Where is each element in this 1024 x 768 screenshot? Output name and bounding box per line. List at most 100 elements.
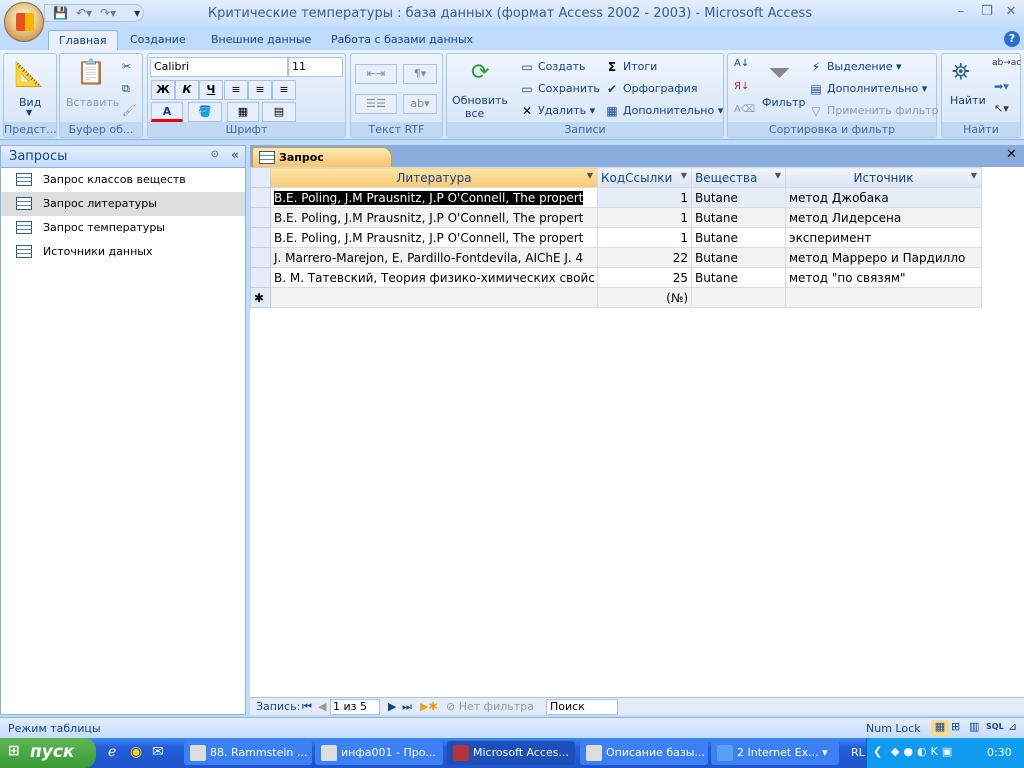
- cell[interactable]: Butane: [691, 207, 786, 228]
- start-button[interactable]: ⊞ пуск: [0, 738, 96, 768]
- indent-buttons[interactable]: ⇤⇥: [355, 64, 397, 84]
- table-row[interactable]: B.E. Poling, J.M Prausnitz, J.P O'Connel…: [250, 187, 982, 208]
- row-selector[interactable]: [250, 187, 271, 208]
- alternate-fill-button[interactable]: ▤: [262, 102, 296, 122]
- paste-button[interactable]: Вставить: [66, 96, 119, 109]
- tray-icons[interactable]: ◆●◐K▣: [891, 745, 956, 758]
- select-icon[interactable]: ↖▾: [994, 102, 1009, 115]
- outlook-icon[interactable]: ✉: [152, 744, 164, 760]
- highlight-button[interactable]: ab▾: [403, 94, 437, 114]
- align-right-button[interactable]: ≡: [272, 80, 296, 100]
- cell[interactable]: J. Marrero-Marejon, E. Pardillo-Fontdevi…: [270, 247, 598, 268]
- tab-create[interactable]: Создание: [120, 30, 196, 50]
- save-record-button[interactable]: ▭ Сохранить: [519, 82, 600, 96]
- nav-item-query[interactable]: Запрос температуры: [1, 216, 245, 240]
- cell[interactable]: В. М. Татевский, Теория физико-химически…: [270, 267, 598, 288]
- close-button[interactable]: ✕: [1000, 4, 1022, 22]
- new-record-icon[interactable]: ▶✱: [420, 700, 438, 713]
- underline-button[interactable]: Ч: [199, 80, 223, 100]
- office-button[interactable]: [4, 2, 44, 42]
- no-filter-button[interactable]: ⊘ Нет фильтра: [446, 700, 534, 713]
- media-player-icon[interactable]: ◉: [130, 744, 142, 760]
- fill-color-button[interactable]: 🪣: [188, 102, 222, 122]
- dropdown-icon[interactable]: ▼: [681, 171, 687, 180]
- goto-icon[interactable]: ➡▾: [994, 80, 1009, 93]
- paragraph-direction-button[interactable]: ¶▾: [403, 64, 437, 84]
- cut-icon[interactable]: ✂: [122, 60, 131, 73]
- table-row[interactable]: B.E. Poling, J.M Prausnitz, J.P O'Connel…: [250, 207, 982, 228]
- nav-item-query[interactable]: Запрос классов веществ: [1, 168, 245, 192]
- table-row[interactable]: В. М. Татевский, Теория физико-химически…: [250, 267, 982, 288]
- next-record-icon[interactable]: ▶: [388, 700, 396, 713]
- cell[interactable]: B.E. Poling, J.M Prausnitz, J.P O'Connel…: [270, 207, 598, 228]
- language-indicator[interactable]: RL: [851, 746, 865, 759]
- advanced-filter-button[interactable]: ▤ Дополнительно ▾: [808, 82, 927, 96]
- show-hidden-icons[interactable]: ❮: [873, 745, 882, 758]
- taskbar-item[interactable]: 88. Rammstein ...: [184, 741, 312, 765]
- design-view-icon[interactable]: ⊿: [1008, 720, 1017, 733]
- find-button[interactable]: Найти: [950, 94, 986, 107]
- row-selector[interactable]: [250, 267, 271, 288]
- cell[interactable]: B.E. Poling, J.M Prausnitz, J.P O'Connel…: [270, 227, 598, 248]
- column-header[interactable]: КодСсылки ▼: [597, 167, 692, 188]
- cell[interactable]: 1: [597, 227, 692, 248]
- taskbar-item[interactable]: 2 Internet Ex... ▾: [711, 741, 839, 765]
- tab-external-data[interactable]: Внешние данные: [201, 30, 321, 50]
- new-record-button[interactable]: ▭ Создать: [519, 60, 585, 74]
- cell[interactable]: 1: [597, 187, 692, 208]
- list-buttons[interactable]: ☰☰: [355, 94, 397, 114]
- first-record-icon[interactable]: ⏮: [302, 700, 312, 714]
- cell[interactable]: [691, 287, 786, 308]
- nav-header[interactable]: Запросы ⊙ «: [1, 146, 245, 168]
- row-selector[interactable]: [250, 207, 271, 228]
- nav-menu-chevron-icon[interactable]: ⊙: [211, 149, 219, 160]
- nav-item-query[interactable]: Запрос литературы: [1, 192, 245, 216]
- cell[interactable]: 25: [597, 267, 692, 288]
- customize-qat-icon[interactable]: ▾: [134, 6, 140, 20]
- bold-button[interactable]: Ж: [151, 80, 175, 100]
- pivottable-view-icon[interactable]: ⊞: [951, 720, 960, 733]
- document-tab[interactable]: Запрос литературы: [252, 147, 392, 177]
- sql-view-button[interactable]: SQL: [986, 722, 1004, 731]
- last-record-icon[interactable]: ⏭: [402, 700, 412, 714]
- minimize-button[interactable]: –: [950, 4, 972, 22]
- ie-icon[interactable]: ℯ: [108, 744, 116, 760]
- cell[interactable]: Butane: [691, 247, 786, 268]
- gridlines-button[interactable]: ▦: [227, 102, 259, 122]
- row-selector[interactable]: [250, 227, 271, 248]
- tab-home[interactable]: Главная: [48, 30, 118, 50]
- cell[interactable]: B.E. Poling, J.M Prausnitz, J.P O'Connel…: [270, 187, 598, 208]
- column-header[interactable]: Источник ▼: [785, 167, 982, 188]
- filter-button[interactable]: Фильтр: [762, 96, 806, 109]
- close-document-icon[interactable]: ✕: [1006, 147, 1017, 162]
- row-selector[interactable]: [250, 247, 271, 268]
- refresh-all-button[interactable]: все: [465, 107, 484, 120]
- restore-button[interactable]: ❐: [976, 4, 998, 22]
- column-header[interactable]: Вещества ▼: [691, 167, 786, 188]
- cell[interactable]: [270, 287, 598, 308]
- save-icon[interactable]: 💾: [53, 6, 68, 20]
- cell[interactable]: метод Джобака: [785, 187, 982, 208]
- refresh-button[interactable]: Обновить: [452, 94, 508, 107]
- tab-database-tools[interactable]: Работа с базами данных: [321, 30, 483, 50]
- font-name-select[interactable]: Calibri: [150, 57, 288, 77]
- cell[interactable]: 1: [597, 207, 692, 228]
- taskbar-item[interactable]: Описание базы...: [580, 741, 708, 765]
- align-left-button[interactable]: ≡: [224, 80, 248, 100]
- collapse-nav-icon[interactable]: «: [231, 148, 239, 163]
- dropdown-icon[interactable]: ▼: [775, 171, 781, 180]
- apply-filter-button[interactable]: ▽ Применить фильтр: [808, 104, 938, 118]
- cell[interactable]: 22: [597, 247, 692, 268]
- record-position-input[interactable]: 1 из 5: [330, 699, 380, 715]
- search-input[interactable]: Поиск: [546, 699, 618, 715]
- sort-descending-button[interactable]: Я↓: [734, 81, 749, 92]
- new-record-row[interactable]: ✱ (№): [250, 287, 982, 308]
- column-header[interactable]: Литература ▼: [270, 167, 598, 188]
- cell[interactable]: (№): [597, 287, 692, 308]
- cell[interactable]: метод Марреро и Пардилло: [785, 247, 982, 268]
- spelling-button[interactable]: ✔ Орфография: [604, 82, 697, 96]
- undo-icon[interactable]: ↶▾: [76, 6, 92, 20]
- italic-button[interactable]: К: [175, 80, 199, 100]
- align-center-button[interactable]: ≡: [248, 80, 272, 100]
- select-all[interactable]: [250, 167, 271, 188]
